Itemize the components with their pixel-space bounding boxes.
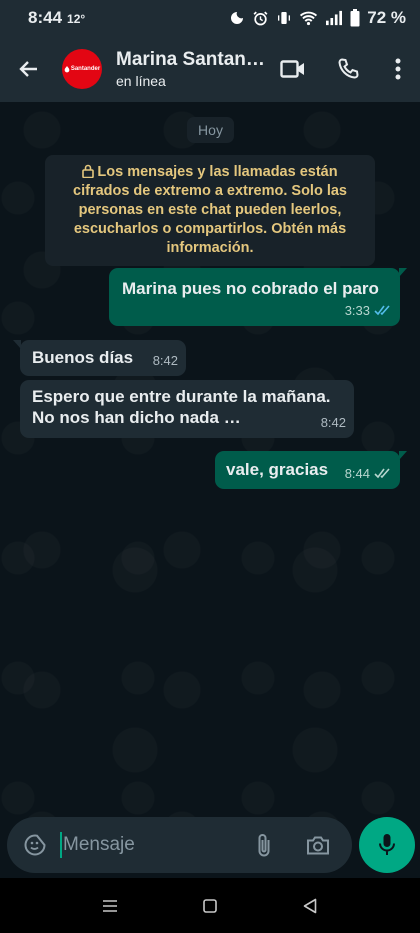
avatar-brand-text: Santander bbox=[70, 66, 101, 72]
battery-icon bbox=[350, 9, 360, 27]
composer-pill bbox=[7, 817, 352, 873]
back-arrow-icon bbox=[19, 61, 37, 77]
composer-bar bbox=[0, 815, 420, 875]
message-text: Buenos días bbox=[32, 348, 134, 367]
vibrate-icon bbox=[278, 12, 291, 24]
flame-icon bbox=[64, 65, 70, 72]
emoji-button[interactable] bbox=[10, 817, 60, 873]
bubble-tail bbox=[399, 268, 407, 277]
menu-lines-icon bbox=[103, 899, 117, 912]
alarm-icon bbox=[253, 11, 268, 25]
message-time: 8:44 bbox=[344, 466, 370, 481]
status-left: 8:44 12° bbox=[28, 8, 85, 28]
video-camera-icon bbox=[280, 60, 304, 78]
message-bubble-outgoing[interactable]: vale, gracias 8:44 bbox=[215, 451, 407, 489]
microphone-icon bbox=[379, 834, 395, 855]
message-text: Espero que entre durante la mañana. No n… bbox=[32, 387, 331, 427]
voice-message-button[interactable] bbox=[359, 817, 415, 873]
voice-call-button[interactable] bbox=[320, 36, 376, 102]
message-meta: 8:42 bbox=[321, 412, 346, 433]
status-time: 8:44 bbox=[28, 8, 63, 27]
camera-icon bbox=[307, 836, 329, 854]
double-check-delivered-icon bbox=[374, 468, 390, 479]
header-actions bbox=[266, 36, 420, 102]
moon-icon bbox=[231, 12, 244, 24]
sticker-icon bbox=[24, 834, 46, 856]
avatar[interactable]: Santander bbox=[62, 49, 102, 89]
phone-icon bbox=[338, 58, 359, 79]
camera-button[interactable] bbox=[296, 817, 340, 873]
lock-icon bbox=[82, 164, 95, 178]
square-icon bbox=[203, 898, 217, 913]
encryption-notice-text: Los mensajes y las llamadas están cifrad… bbox=[73, 164, 347, 256]
kebab-menu-icon bbox=[395, 58, 401, 80]
message-input[interactable] bbox=[60, 832, 243, 858]
message-time: 3:33 bbox=[344, 303, 370, 318]
message-text: vale, gracias bbox=[226, 460, 329, 479]
back-button[interactable] bbox=[2, 36, 56, 102]
message-bubble-incoming[interactable]: Espero que entre durante la mañana. No n… bbox=[20, 380, 354, 438]
date-chip: Hoy bbox=[187, 117, 234, 143]
battery-percent: 72 % bbox=[367, 8, 406, 27]
contact-info[interactable]: Marina Santan… en línea bbox=[116, 49, 266, 89]
status-right: 72 % bbox=[229, 8, 406, 28]
paperclip-icon bbox=[258, 834, 270, 857]
status-bar: 8:44 12° 72 % bbox=[0, 0, 420, 36]
chat-area[interactable]: Hoy Los mensajes y las llamadas están ci… bbox=[0, 102, 420, 820]
santander-logo: Santander bbox=[64, 65, 101, 73]
bubble-tail bbox=[13, 340, 21, 349]
message-text: Marina pues no cobrado el paro bbox=[122, 279, 379, 298]
contact-status: en línea bbox=[116, 73, 166, 89]
triangle-back-icon bbox=[303, 898, 317, 913]
attach-button[interactable] bbox=[246, 817, 282, 873]
message-meta: 3:33 bbox=[345, 300, 392, 321]
status-temperature: 12° bbox=[67, 12, 86, 26]
more-options-button[interactable] bbox=[376, 36, 420, 102]
back-nav-button[interactable] bbox=[290, 886, 330, 926]
contact-name: Marina Santan… bbox=[116, 49, 265, 70]
message-time: 8:42 bbox=[152, 353, 178, 368]
message-bubble-outgoing[interactable]: Marina pues no cobrado el paro 3:33 bbox=[109, 268, 407, 326]
message-bubble-incoming[interactable]: Buenos días 8:42 bbox=[13, 340, 186, 376]
message-time: 8:42 bbox=[320, 415, 346, 430]
bubble-tail bbox=[399, 451, 407, 460]
chat-header: Santander Marina Santan… en línea bbox=[0, 36, 420, 102]
signal-icon bbox=[326, 10, 343, 26]
wifi-icon bbox=[300, 11, 318, 26]
message-meta: 8:44 bbox=[345, 463, 392, 484]
video-call-button[interactable] bbox=[266, 36, 320, 102]
recent-apps-button[interactable] bbox=[90, 886, 130, 926]
home-button[interactable] bbox=[190, 886, 230, 926]
encryption-notice[interactable]: Los mensajes y las llamadas están cifrad… bbox=[45, 155, 375, 266]
message-meta: 8:42 bbox=[153, 350, 178, 371]
double-check-read-icon bbox=[374, 305, 390, 316]
system-navigation-bar bbox=[0, 878, 420, 933]
